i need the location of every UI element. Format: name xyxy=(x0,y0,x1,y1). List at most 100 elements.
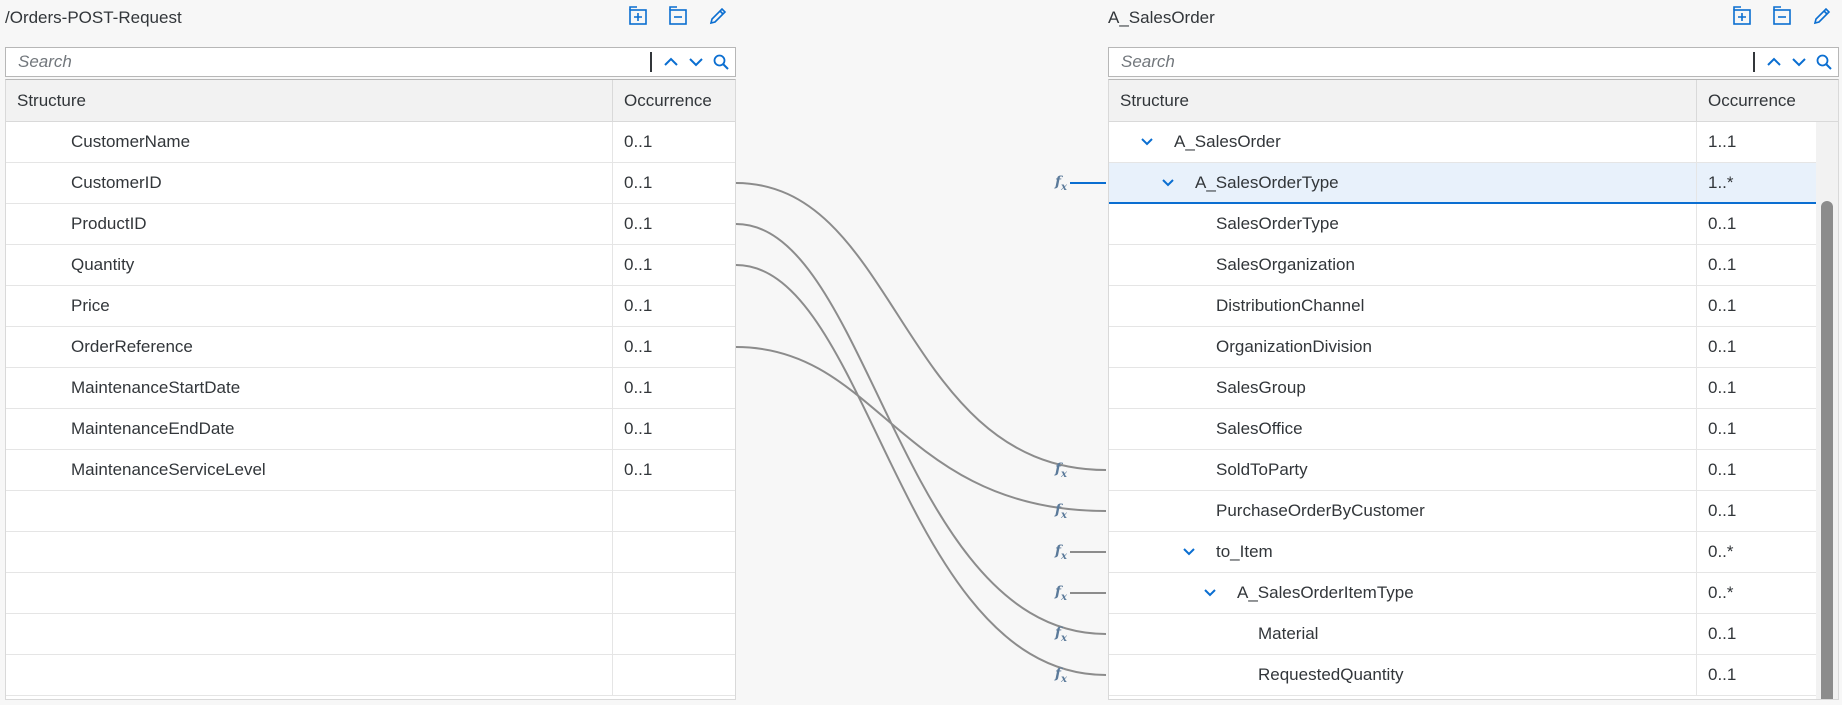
source-field-occurrence: 0..1 xyxy=(612,163,735,203)
target-row[interactable]: to_Item 0..* xyxy=(1109,532,1838,573)
source-search-input[interactable] xyxy=(6,48,650,76)
target-row[interactable]: SalesOrderType 0..1 xyxy=(1109,204,1838,245)
edit-button[interactable] xyxy=(1809,4,1835,28)
source-row[interactable]: OrderReference 0..1 xyxy=(6,327,735,368)
source-toolbar xyxy=(625,4,731,28)
source-field-occurrence: 0..1 xyxy=(612,122,735,162)
target-search-field xyxy=(1108,47,1839,77)
target-row[interactable]: PurchaseOrderByCustomer 0..1 xyxy=(1109,491,1838,532)
target-field-name: to_Item xyxy=(1216,542,1273,561)
structure-column-header: Structure xyxy=(17,90,86,110)
source-field-occurrence: 0..1 xyxy=(612,204,735,244)
source-row[interactable]: MaintenanceEndDate 0..1 xyxy=(6,409,735,450)
chevron-up-icon xyxy=(664,57,678,66)
target-field-occurrence: 0..1 xyxy=(1696,286,1816,326)
expand-toggle[interactable] xyxy=(1158,173,1178,193)
source-rows: CustomerName 0..1 CustomerID 0..1 ProductID 0… xyxy=(6,122,735,696)
target-field-name: PurchaseOrderByCustomer xyxy=(1216,501,1425,520)
collapse-all-button[interactable] xyxy=(1769,4,1795,28)
function-icon[interactable]: fx xyxy=(1055,543,1067,562)
empty-cell xyxy=(6,573,612,613)
expand-all-button[interactable] xyxy=(625,4,651,28)
mapping-line-quantity-requestedquantity[interactable] xyxy=(735,264,1107,676)
target-row[interactable]: OrganizationDivision 0..1 xyxy=(1109,327,1838,368)
target-field-occurrence: 0..1 xyxy=(1696,614,1816,654)
target-row[interactable]: A_SalesOrderItemType 0..* xyxy=(1109,573,1838,614)
target-row[interactable]: SalesGroup 0..1 xyxy=(1109,368,1838,409)
target-scrollbar-thumb[interactable] xyxy=(1821,201,1833,699)
expand-toggle[interactable] xyxy=(1179,542,1199,562)
source-search-up-button[interactable] xyxy=(660,51,682,73)
chevron-down-icon xyxy=(1204,589,1216,597)
target-row[interactable]: SoldToParty 0..1 xyxy=(1109,450,1838,491)
target-toolbar xyxy=(1729,4,1835,28)
mapping-line-customerid-soldtoparty[interactable] xyxy=(735,182,1107,471)
target-field-cell: A_SalesOrderItemType xyxy=(1109,573,1696,613)
function-icon[interactable]: fx xyxy=(1055,625,1067,644)
source-table: Structure Occurrence CustomerName 0..1 Cus… xyxy=(5,79,736,700)
empty-cell xyxy=(612,573,735,613)
function-icon[interactable]: fx xyxy=(1055,461,1067,480)
target-search-input[interactable] xyxy=(1109,48,1753,76)
source-field-occurrence: 0..1 xyxy=(612,327,735,367)
target-row[interactable]: SalesOrganization 0..1 xyxy=(1109,245,1838,286)
target-scrollbar[interactable] xyxy=(1816,122,1838,699)
source-field-name: MaintenanceStartDate xyxy=(71,378,241,397)
occurrence-column-header: Occurrence xyxy=(612,80,735,121)
target-field-name: DistributionChannel xyxy=(1216,296,1365,315)
expand-toggle[interactable] xyxy=(1137,132,1157,152)
expand-toggle[interactable] xyxy=(1200,583,1220,603)
target-field-name: A_SalesOrderItemType xyxy=(1237,583,1414,602)
target-field-cell: A_SalesOrder xyxy=(1109,122,1696,162)
target-field-occurrence: 0..* xyxy=(1696,573,1816,613)
target-row[interactable]: SalesOffice 0..1 xyxy=(1109,409,1838,450)
structure-column-header: Structure xyxy=(1120,90,1189,110)
target-row[interactable]: A_SalesOrder 1..1 xyxy=(1109,122,1838,163)
empty-cell xyxy=(6,614,612,654)
source-row[interactable]: CustomerName 0..1 xyxy=(6,122,735,163)
target-field-occurrence: 1..* xyxy=(1696,163,1816,202)
chevron-down-icon xyxy=(1141,138,1153,146)
source-field-occurrence: 0..1 xyxy=(612,409,735,449)
source-row[interactable]: MaintenanceStartDate 0..1 xyxy=(6,368,735,409)
target-search-button[interactable] xyxy=(1813,51,1835,73)
source-field-occurrence: 0..1 xyxy=(612,286,735,326)
target-row[interactable]: A_SalesOrderType 1..* xyxy=(1109,163,1838,204)
chevron-down-icon xyxy=(1162,178,1174,186)
empty-cell xyxy=(612,614,735,654)
source-search-field xyxy=(5,47,736,77)
target-field-name: Material xyxy=(1258,624,1319,643)
empty-row xyxy=(6,655,735,696)
expand-all-icon xyxy=(629,6,647,25)
function-icon[interactable]: fx xyxy=(1055,584,1067,603)
source-row[interactable]: ProductID 0..1 xyxy=(6,204,735,245)
function-icon[interactable]: fx xyxy=(1055,174,1067,193)
source-row[interactable]: MaintenanceServiceLevel 0..1 xyxy=(6,450,735,491)
edit-button[interactable] xyxy=(705,4,731,28)
occurrence-column-header: Occurrence xyxy=(1696,80,1816,121)
source-row[interactable]: Quantity 0..1 xyxy=(6,245,735,286)
target-field-cell: SalesGroup xyxy=(1109,368,1696,408)
collapse-all-button[interactable] xyxy=(665,4,691,28)
empty-cell xyxy=(612,532,735,572)
target-search-up-button[interactable] xyxy=(1763,51,1785,73)
target-field-occurrence: 0..1 xyxy=(1696,204,1816,244)
expand-all-button[interactable] xyxy=(1729,4,1755,28)
target-row[interactable]: RequestedQuantity 0..1 xyxy=(1109,655,1838,696)
source-search-down-button[interactable] xyxy=(685,51,707,73)
target-row[interactable]: DistributionChannel 0..1 xyxy=(1109,286,1838,327)
function-icon[interactable]: fx xyxy=(1055,666,1067,685)
source-search-button[interactable] xyxy=(710,51,732,73)
mapping-line-productid-material[interactable] xyxy=(735,223,1107,635)
source-row[interactable]: CustomerID 0..1 xyxy=(6,163,735,204)
function-icon[interactable]: fx xyxy=(1055,502,1067,521)
target-field-occurrence: 1..1 xyxy=(1696,122,1816,162)
target-row[interactable]: Material 0..1 xyxy=(1109,614,1838,655)
mapping-line-orderreference-purchaseorder[interactable] xyxy=(735,346,1107,512)
target-field-cell: SoldToParty xyxy=(1109,450,1696,490)
collapse-all-icon xyxy=(669,6,687,25)
source-row[interactable]: Price 0..1 xyxy=(6,286,735,327)
target-field-name: SalesOrderType xyxy=(1216,214,1339,233)
target-search-down-button[interactable] xyxy=(1788,51,1810,73)
empty-row xyxy=(6,614,735,655)
